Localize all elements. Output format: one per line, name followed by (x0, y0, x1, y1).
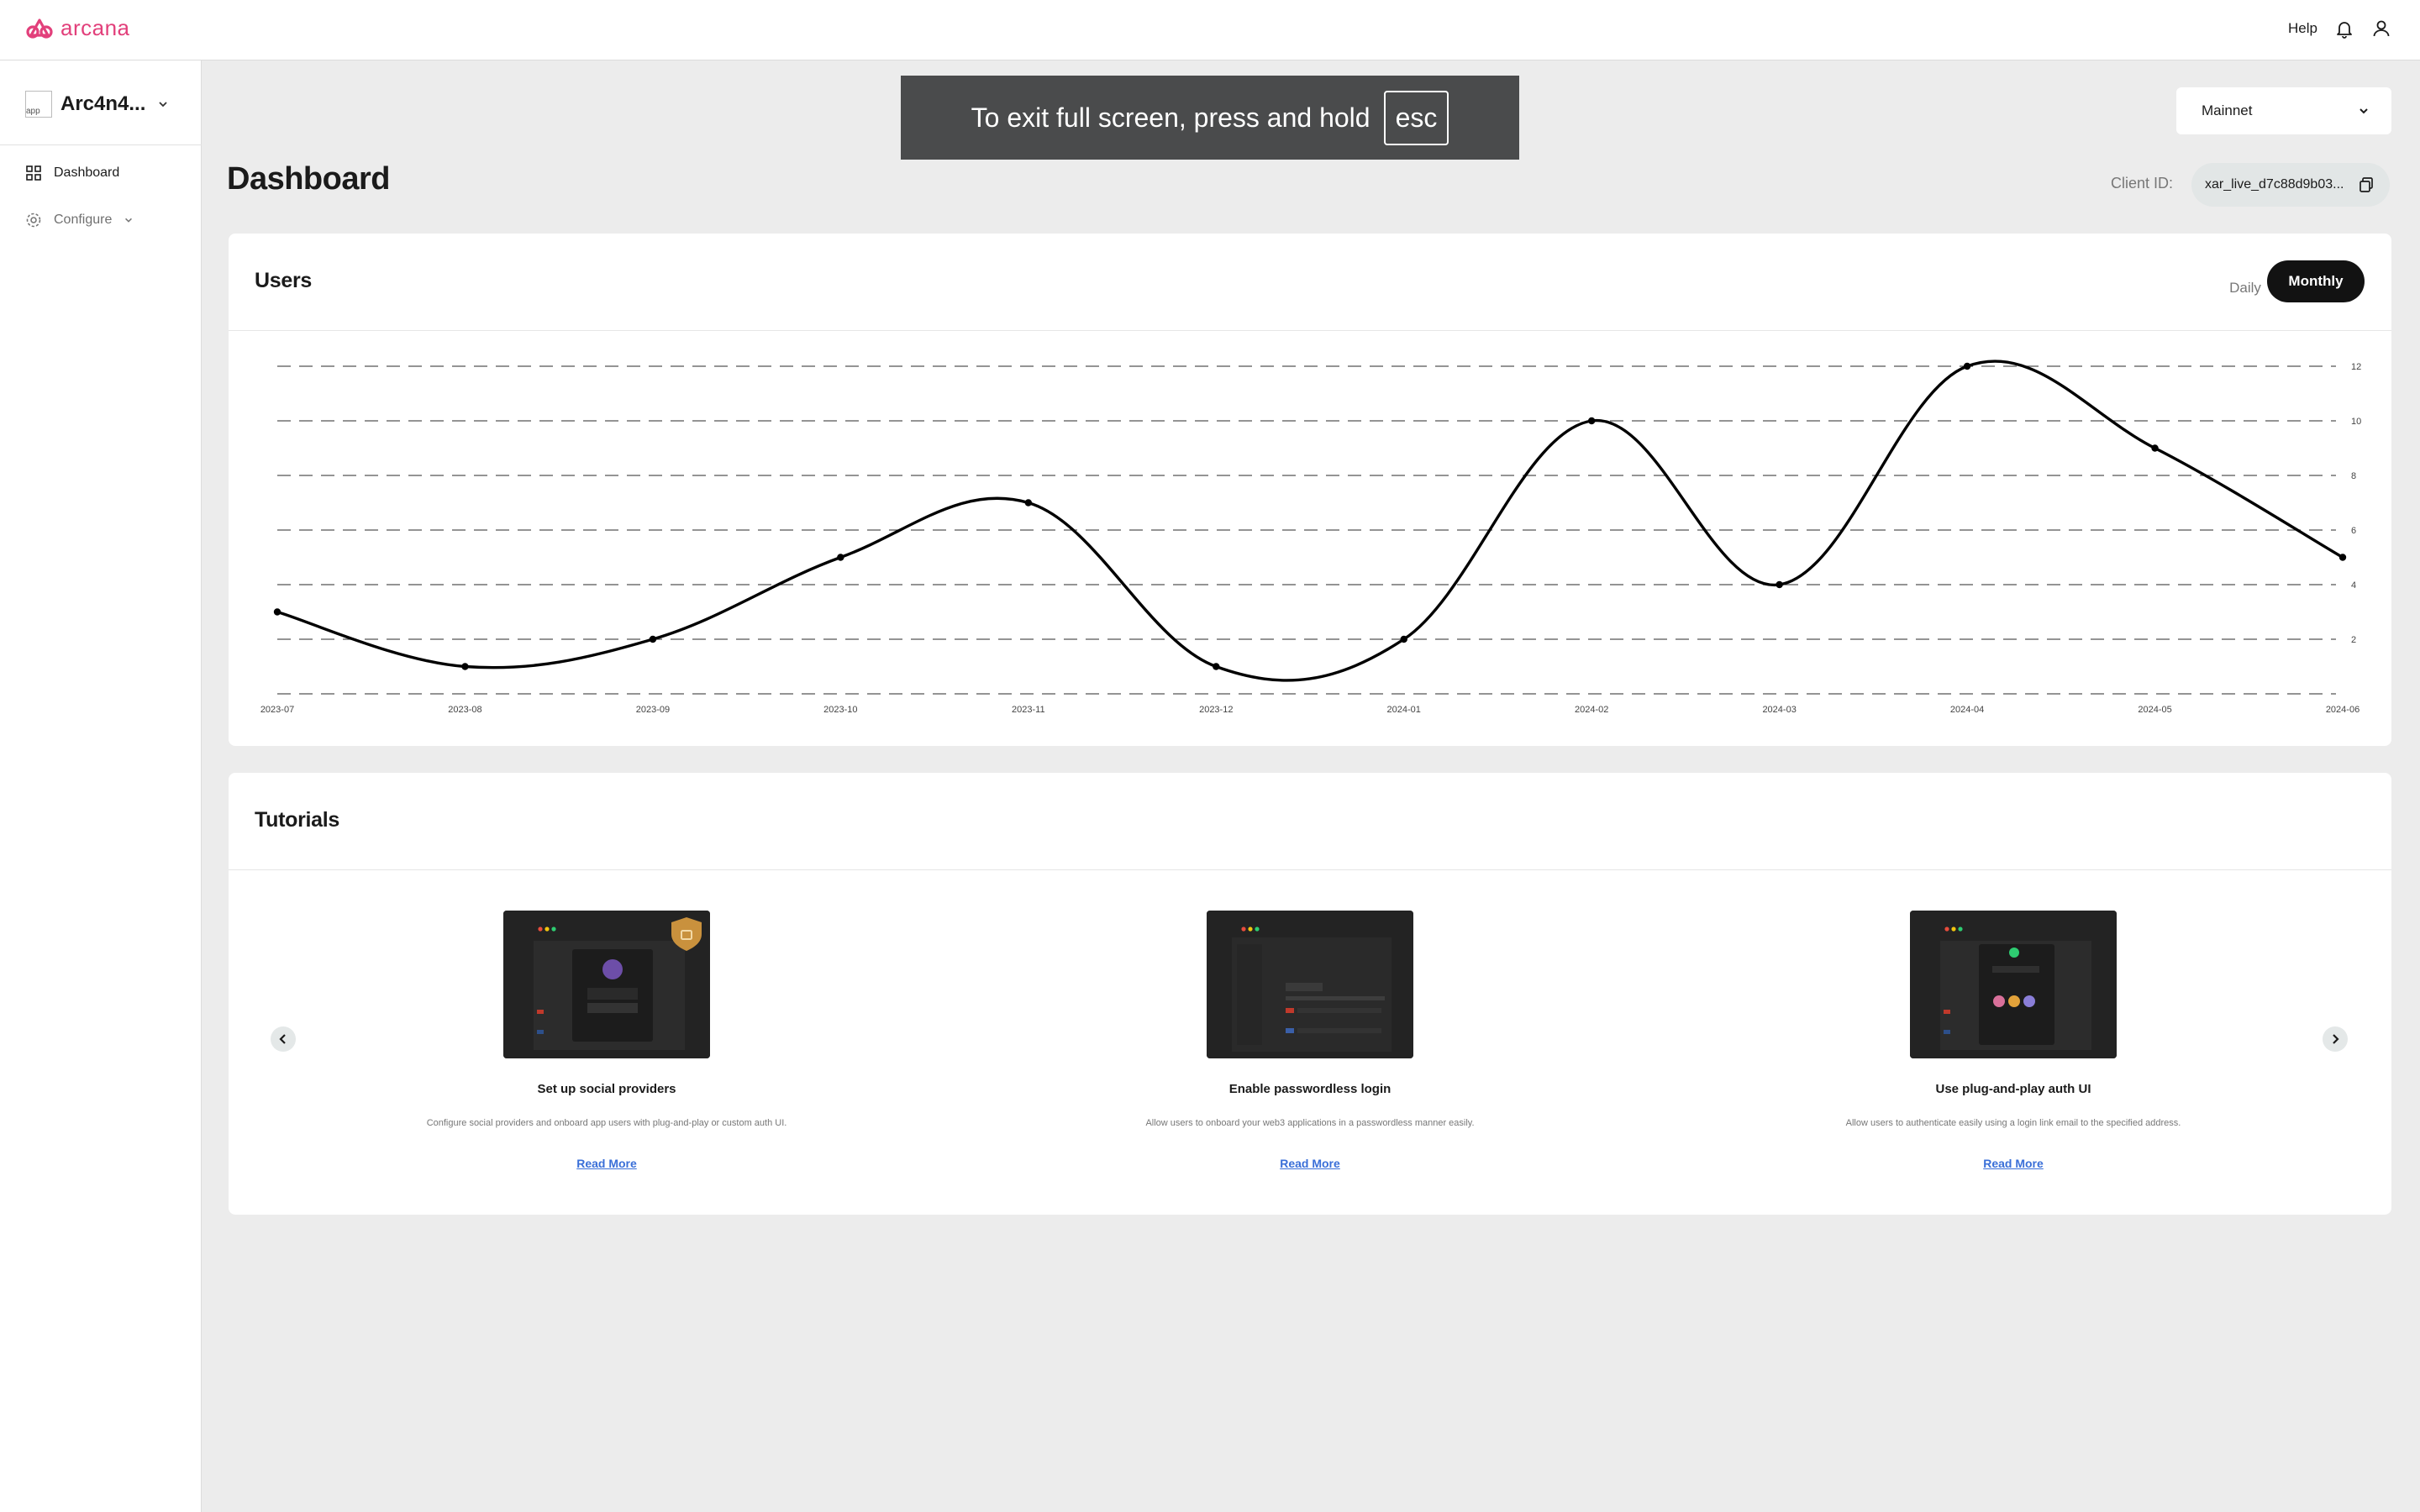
data-point[interactable] (461, 663, 469, 670)
chevron-down-icon (125, 218, 133, 223)
x-tick-label: 2023-07 (260, 705, 294, 715)
toggle-monthly-button[interactable]: Monthly (2267, 260, 2365, 302)
data-point[interactable] (1776, 580, 1783, 589)
y-tick-label: 4 (2351, 580, 2356, 591)
client-id-label: Client ID: (2111, 175, 2174, 192)
arcana-logo[interactable]: arcana (25, 15, 130, 41)
tutorials-card: Tutorials Set up social providers Config… (229, 773, 2391, 1215)
fullscreen-exit-toast: To exit full screen, press and hold esc (901, 76, 1519, 160)
tutorial-card-passwordless: Enable passwordless login Allow users to… (1075, 911, 1545, 1172)
tutorial-preview-image (503, 911, 710, 1058)
x-tick-label: 2024-03 (1762, 705, 1796, 715)
gear-icon (26, 213, 41, 228)
client-id-chip: xar_live_d7c88d9b03... (2191, 163, 2390, 207)
network-select[interactable]: Mainnet (2176, 87, 2391, 134)
app-image: app (25, 91, 52, 118)
tutorial-preview-image (1207, 911, 1413, 1058)
tutorial-card-social: Set up social providers Configure social… (371, 911, 842, 1172)
sidebar-item-configure[interactable]: Configure (25, 212, 134, 228)
tutorial-card-plug-and-play: Use plug-and-play auth UI Allow users to… (1778, 911, 2249, 1172)
y-tick-label: 2 (2351, 635, 2356, 645)
sidebar-divider (0, 144, 202, 145)
users-series-line (276, 360, 2344, 682)
data-point[interactable] (649, 635, 657, 643)
x-tick-label: 2023-09 (636, 705, 670, 715)
y-tick-label: 10 (2351, 417, 2361, 427)
read-more-link[interactable]: Read More (1983, 1157, 2044, 1170)
toast-text: To exit full screen, press and hold (971, 102, 1370, 133)
data-point[interactable] (2151, 444, 2159, 452)
x-tick-label: 2023-12 (1199, 705, 1233, 715)
tutorial-thumbnail[interactable] (1207, 911, 1413, 1058)
arcana-logo-icon (26, 18, 53, 39)
tutorial-preview-image (1910, 911, 2117, 1058)
tutorial-thumbnail[interactable] (503, 911, 710, 1058)
copy-icon[interactable] (2358, 176, 2375, 193)
tutorial-title: Set up social providers (537, 1082, 676, 1096)
help-link[interactable]: Help (2288, 20, 2317, 37)
data-point[interactable] (273, 608, 281, 616)
data-point[interactable] (1024, 499, 1033, 507)
bell-icon[interactable] (2334, 18, 2354, 39)
grid-icon (26, 165, 41, 181)
data-point[interactable] (1963, 362, 1971, 370)
sidebar-item-label: Dashboard (54, 165, 120, 180)
x-tick-label: 2024-06 (2326, 705, 2360, 715)
users-line-chart: 2 4 6 8 10 12 2023-07 2023-08 2023-09 2023-10 2023… (260, 360, 2361, 715)
x-tick-label: 2023-11 (1012, 705, 1045, 715)
page-title: Dashboard (227, 161, 390, 197)
user-icon[interactable] (2371, 18, 2391, 39)
app-name: Arc4n4... (60, 92, 146, 115)
tutorials-title: Tutorials (255, 808, 340, 832)
data-point[interactable] (837, 554, 844, 561)
data-point[interactable] (2338, 554, 2347, 561)
chevron-down-icon (159, 102, 168, 108)
x-tick-label: 2023-10 (823, 705, 857, 715)
users-title: Users (255, 269, 312, 292)
tutorial-title: Use plug-and-play auth UI (1935, 1082, 2091, 1096)
tutorial-thumbnail[interactable] (1910, 911, 2117, 1058)
top-bar: arcana Help (0, 0, 2420, 60)
tutorial-description: Configure social providers and onboard a… (426, 1118, 787, 1128)
x-tick-label: 2024-02 (1575, 705, 1608, 715)
client-id-value: xar_live_d7c88d9b03... (2205, 177, 2344, 192)
users-card: Users Daily Monthly 2 4 6 8 10 12 2023-07 2023-… (229, 234, 2391, 746)
network-value: Mainnet (2202, 102, 2253, 118)
x-tick-label: 2023-08 (448, 705, 481, 715)
read-more-link[interactable]: Read More (1280, 1157, 1340, 1170)
carousel-next-button[interactable] (2323, 1026, 2348, 1052)
chevron-right-icon (2333, 1034, 2339, 1044)
carousel-prev-button[interactable] (271, 1026, 296, 1052)
chevron-down-icon (2360, 108, 2368, 114)
x-tick-label: 2024-05 (2138, 705, 2171, 715)
tutorial-description: Allow users to onboard your web3 applica… (1145, 1118, 1475, 1128)
sidebar-item-label: Configure (54, 213, 113, 227)
y-tick-label: 6 (2351, 526, 2356, 536)
toast-key-esc: esc (1383, 90, 1449, 145)
sidebar-item-dashboard[interactable]: Dashboard (25, 165, 119, 181)
users-card-header: Users Daily Monthly (229, 234, 2391, 331)
sidebar: app Arc4n4... Dashboard Configure (0, 60, 202, 1512)
y-tick-label: 8 (2351, 471, 2356, 481)
chevron-left-icon (279, 1034, 286, 1044)
y-tick-label: 12 (2351, 362, 2361, 372)
data-point[interactable] (1587, 417, 1596, 425)
app-switcher[interactable]: app Arc4n4... (25, 86, 176, 123)
data-point[interactable] (1213, 663, 1220, 670)
x-tick-label: 2024-01 (1387, 705, 1421, 715)
brand-name: arcana (60, 15, 130, 40)
tutorial-title: Enable passwordless login (1228, 1082, 1392, 1096)
data-point[interactable] (1400, 635, 1407, 643)
x-tick-label: 2024-04 (1950, 705, 1984, 715)
read-more-link[interactable]: Read More (576, 1157, 637, 1170)
tutorial-description: Allow users to authenticate easily using… (1845, 1118, 2181, 1128)
tutorials-card-header: Tutorials (229, 773, 2391, 870)
